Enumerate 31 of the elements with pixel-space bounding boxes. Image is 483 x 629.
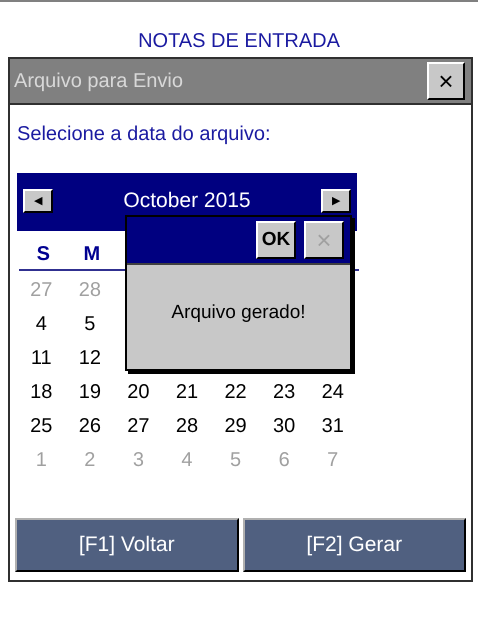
calendar-day[interactable]: 18: [30, 380, 52, 404]
message-text: Arquivo gerado!: [171, 300, 306, 325]
calendar-day[interactable]: 27: [127, 414, 150, 438]
close-button[interactable]: ×: [427, 62, 465, 100]
calendar-day[interactable]: 24: [322, 380, 344, 404]
calendar-day[interactable]: 5: [84, 312, 96, 336]
calendar-day[interactable]: 26: [78, 414, 101, 438]
previous-month-button[interactable]: ◀: [23, 189, 53, 213]
next-month-button[interactable]: ▶: [320, 189, 351, 213]
month-title: October 2015: [123, 189, 251, 213]
prompt-label: Selecione a data do arquivo:: [17, 123, 271, 145]
calendar-day[interactable]: 20: [127, 380, 150, 404]
calendar-day[interactable]: 25: [30, 414, 52, 438]
page-title: NOTAS DE ENTRADA: [138, 29, 340, 54]
action-button[interactable]: [F2] Gerar: [242, 518, 466, 572]
calendar-day[interactable]: 12: [78, 346, 101, 370]
calendar-day[interactable]: 19: [78, 380, 101, 404]
calendar-day[interactable]: 11: [30, 346, 52, 370]
calendar-day[interactable]: 23: [273, 380, 296, 404]
action-button[interactable]: [F1] Voltar: [15, 518, 238, 572]
weekday-label: S: [36, 242, 50, 267]
calendar-day[interactable]: 28: [176, 414, 198, 438]
calendar-day[interactable]: 31: [322, 414, 344, 438]
calendar-day[interactable]: 30: [273, 414, 296, 438]
calendar-day[interactable]: 29: [224, 414, 247, 438]
window-title: Arquivo para Envio: [14, 69, 183, 94]
ok-button[interactable]: OK: [256, 221, 296, 259]
weekday-label: M: [84, 242, 100, 267]
calendar-day[interactable]: 21: [176, 380, 198, 404]
calendar-day[interactable]: 22: [224, 380, 247, 404]
calendar-day[interactable]: 4: [36, 312, 47, 336]
